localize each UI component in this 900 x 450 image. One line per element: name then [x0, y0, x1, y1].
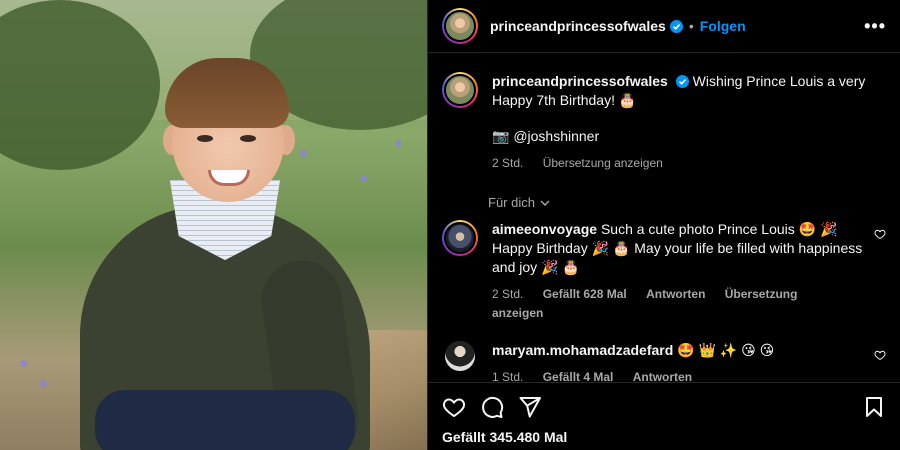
- comment-body: maryam.mohamadzadefard 🤩 👑 ✨ 😘 😘 1 Std. …: [492, 341, 864, 382]
- action-icons: [442, 395, 886, 419]
- caption-body: princeandprincessofwales Wishing Prince …: [492, 72, 886, 173]
- translate-link[interactable]: Übersetzung anzeigen: [492, 287, 797, 320]
- reply-button[interactable]: Antworten: [633, 370, 692, 382]
- photo-flower: [395, 140, 402, 147]
- save-bookmark-icon[interactable]: [862, 395, 886, 419]
- post-likes-count[interactable]: Gefällt 345.480 Mal: [442, 429, 886, 445]
- comment-body: aimeeonvoyage Such a cute photo Prince L…: [492, 220, 864, 323]
- photo-eye: [240, 135, 256, 142]
- caption-row: princeandprincessofwales Wishing Prince …: [442, 72, 886, 173]
- for-you-filter[interactable]: Für dich: [488, 195, 886, 210]
- instagram-post-view: princeandprincessofwales • Folgen ••• pr…: [0, 0, 900, 450]
- author-avatar[interactable]: [442, 8, 478, 44]
- author-username[interactable]: princeandprincessofwales: [490, 18, 666, 34]
- comment-meta: 2 Std. Gefällt 628 Mal Antworten Überset…: [492, 285, 864, 323]
- comment-username[interactable]: aimeeonvoyage: [492, 221, 597, 237]
- like-heart-icon[interactable]: [442, 395, 466, 419]
- photo-flower: [20, 360, 27, 367]
- post-photo[interactable]: [0, 0, 427, 450]
- follow-button[interactable]: Folgen: [700, 18, 746, 34]
- photo-flower: [40, 380, 47, 387]
- caption-meta: 2 Std. Übersetzung anzeigen: [492, 154, 886, 173]
- caption-time[interactable]: 2 Std.: [492, 156, 523, 170]
- comment-time[interactable]: 1 Std.: [492, 370, 523, 382]
- share-paper-plane-icon[interactable]: [518, 395, 542, 419]
- photo-flower: [360, 175, 367, 182]
- for-you-label: Für dich: [488, 195, 535, 210]
- comment-avatar[interactable]: [445, 341, 475, 371]
- comments-scroll-area[interactable]: princeandprincessofwales Wishing Prince …: [428, 54, 900, 382]
- comment-meta: 1 Std. Gefällt 4 Mal Antworten: [492, 368, 864, 382]
- post-actions: Gefällt 345.480 Mal: [428, 382, 900, 450]
- comment-time[interactable]: 2 Std.: [492, 287, 523, 301]
- more-options-icon[interactable]: •••: [864, 16, 886, 37]
- header-separator: •: [688, 18, 694, 34]
- verified-badge-icon: [669, 19, 683, 33]
- comment-username[interactable]: maryam.mohamadzadefard: [492, 342, 673, 358]
- photo-flower: [300, 150, 307, 157]
- comment-row: maryam.mohamadzadefard 🤩 👑 ✨ 😘 😘 1 Std. …: [442, 341, 886, 382]
- comment-avatar[interactable]: [442, 220, 478, 256]
- comment-row: aimeeonvoyage Such a cute photo Prince L…: [442, 220, 886, 323]
- chevron-down-icon: [540, 200, 550, 206]
- post-header: princeandprincessofwales • Folgen •••: [428, 0, 900, 53]
- comment-bubble-icon[interactable]: [480, 395, 504, 419]
- photo-eye: [197, 135, 213, 142]
- comment-likes[interactable]: Gefällt 4 Mal: [543, 370, 614, 382]
- caption-avatar[interactable]: [442, 72, 478, 108]
- comment-likes[interactable]: Gefällt 628 Mal: [543, 287, 627, 301]
- comment-text: 🤩 👑 ✨ 😘 😘: [677, 342, 775, 358]
- photo-jeans: [95, 390, 355, 450]
- post-side-panel: princeandprincessofwales • Folgen ••• pr…: [427, 0, 900, 450]
- like-comment-heart-icon[interactable]: [874, 349, 886, 361]
- reply-button[interactable]: Antworten: [646, 287, 705, 301]
- caption-credit: 📷 @joshshinner: [492, 128, 600, 144]
- verified-badge-icon: [675, 75, 689, 88]
- caption-username[interactable]: princeandprincessofwales: [492, 73, 668, 89]
- translate-link[interactable]: Übersetzung anzeigen: [543, 156, 663, 170]
- like-comment-heart-icon[interactable]: [874, 228, 886, 240]
